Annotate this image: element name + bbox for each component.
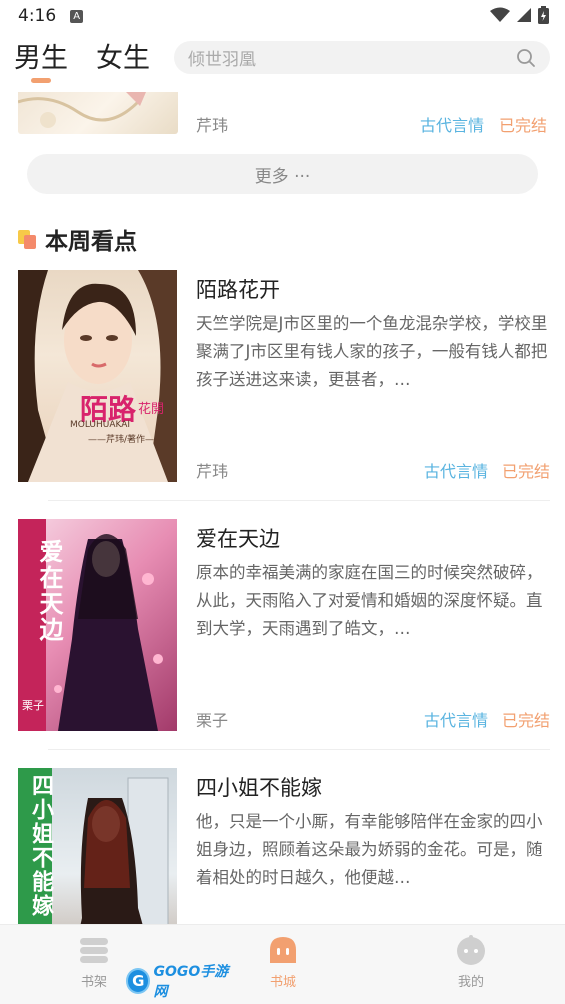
book-description: 天竺学院是J市区里的一个鱼龙混杂学校，学校里聚满了J市区里有钱人家的孩子，一般有…: [196, 314, 548, 389]
book-author: 芹玮: [196, 462, 229, 481]
section-title: 本周看点: [45, 229, 137, 255]
search-placeholder: 倾世羽凰: [188, 50, 256, 70]
book-category[interactable]: 古代言情: [424, 458, 488, 482]
divider: [48, 500, 550, 501]
cover-art: [18, 92, 146, 128]
active-tab-indicator: [31, 78, 51, 83]
search-icon[interactable]: [516, 48, 536, 68]
book-category[interactable]: 古代言情: [420, 112, 484, 136]
more-button[interactable]: 更多 ···: [27, 154, 538, 194]
notification-icon: A: [70, 9, 84, 23]
book-item[interactable]: 爱在天边 栗子 爱在天边 原本的幸福美满的家庭在国三的时候突然破碎，从此，天雨陷…: [18, 519, 550, 731]
nav-label: 我的: [457, 975, 484, 990]
book-description: 他，只是一个小厮，有幸能够陪伴在金家的四小姐身边，照顾着这朵最为娇弱的金花。可是…: [196, 812, 543, 887]
bookstore-icon: [270, 937, 296, 963]
cover-subtitle: 花開: [138, 402, 165, 417]
book-cover-partial[interactable]: [18, 92, 178, 134]
nav-bookshelf[interactable]: 书架: [54, 935, 134, 990]
section-header: 本周看点: [18, 222, 137, 256]
book-title[interactable]: 爱在天边: [196, 523, 280, 553]
tab-female[interactable]: 女生: [96, 36, 150, 75]
cover-byline: 栗子: [22, 699, 44, 712]
book-title[interactable]: 四小姐不能嫁: [196, 772, 322, 802]
book-item[interactable]: 陌路 花開 MOLUHUAKAI ——芹玮/著作—— 陌路花开 天竺学院是J市区…: [18, 270, 550, 482]
book-author: 栗子: [196, 711, 229, 730]
book-description: 原本的幸福美满的家庭在国三的时候突然破碎，从此，天雨陷入了对爱情和婚姻的深度怀疑…: [196, 563, 543, 638]
book-author: 芹玮: [196, 116, 229, 135]
nav-profile[interactable]: 我的: [431, 935, 511, 990]
search-input[interactable]: 倾世羽凰: [174, 41, 550, 74]
cover-title: 四小姐不能嫁: [28, 774, 53, 918]
book-status: 已完结: [501, 711, 550, 730]
bookshelf-icon: [80, 938, 108, 963]
wifi-icon: [490, 7, 510, 22]
watermark-logo: G GOGO手游网: [126, 964, 236, 1000]
cover-byline: ——芹玮/著作——: [88, 435, 164, 445]
book-cover[interactable]: 爱在天边 栗子: [18, 519, 177, 731]
watermark-text: GOGO手游网: [153, 964, 229, 1000]
book-status: 已完结: [499, 116, 548, 135]
section-icon: [18, 228, 38, 250]
header: 男生 女生 倾世羽凰: [0, 32, 565, 87]
cover-art: [18, 270, 177, 482]
nav-label: 书架: [80, 975, 107, 990]
signal-icon: [517, 8, 531, 22]
book-cover[interactable]: 陌路 花開 MOLUHUAKAI ——芹玮/著作——: [18, 270, 177, 482]
nav-label: 书城: [269, 975, 296, 990]
status-icons: [490, 6, 549, 24]
bottom-nav: 书架 书城 我的 G GOGO手游网: [0, 924, 565, 1004]
book-title[interactable]: 陌路花开: [196, 274, 280, 304]
status-bar: 4:16 A: [0, 0, 565, 32]
book-category[interactable]: 古代言情: [424, 707, 488, 731]
cover-title: 爱在天边: [35, 539, 63, 643]
tab-male[interactable]: 男生: [14, 36, 68, 75]
watermark-icon: G: [126, 968, 151, 994]
divider: [48, 749, 550, 750]
status-time: 4:16: [18, 6, 57, 26]
battery-icon: [538, 6, 549, 24]
nav-bookstore[interactable]: 书城: [243, 935, 323, 990]
profile-icon: [457, 935, 485, 965]
cover-pinyin: MOLUHUAKAI: [70, 420, 131, 430]
book-status: 已完结: [501, 462, 550, 481]
